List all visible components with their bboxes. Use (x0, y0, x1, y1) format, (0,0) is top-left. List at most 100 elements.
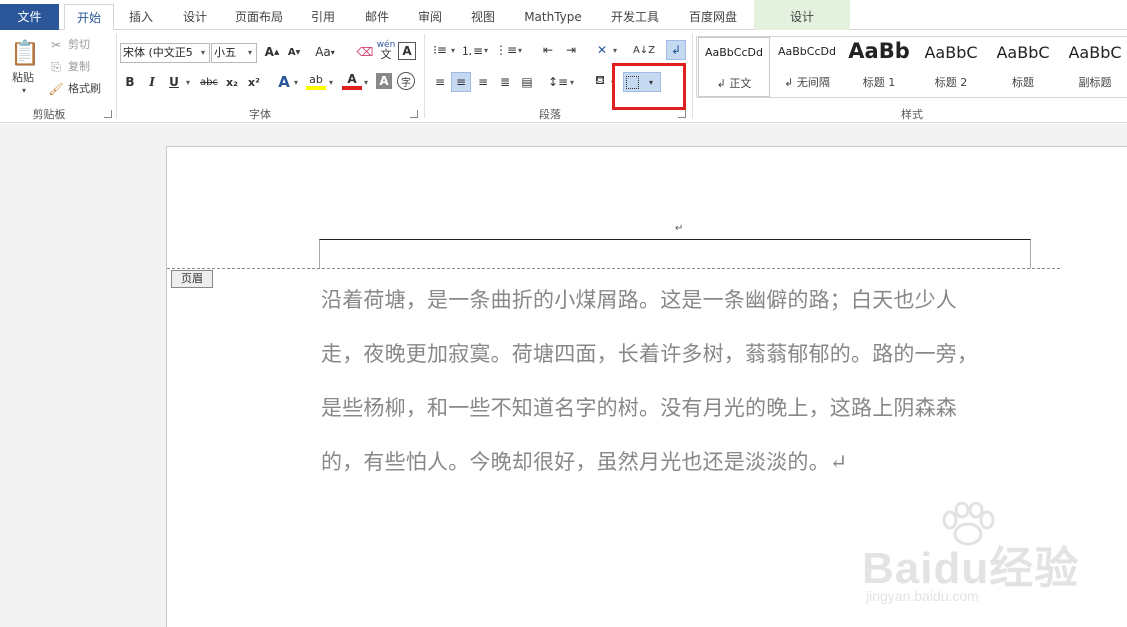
bullets-icon[interactable]: ⁝≡ (430, 40, 450, 60)
highlight-dropdown-icon[interactable]: ▾ (329, 78, 333, 87)
phonetic-guide-icon[interactable]: wén 文 (376, 40, 396, 61)
superscript-button[interactable]: x² (244, 72, 264, 92)
font-name-value: 宋体 (中文正5 (123, 46, 193, 59)
shading-dropdown-icon[interactable]: ▾ (611, 78, 615, 87)
tab-mathtype[interactable]: MathType (514, 4, 592, 30)
style-sample: AaBbCcDd (778, 45, 836, 58)
align-center-icon[interactable]: ≡ (451, 72, 471, 92)
borders-dropdown-icon[interactable]: ▾ (649, 78, 653, 87)
character-shading-icon[interactable]: A (376, 73, 392, 89)
subscript-button[interactable]: x₂ (222, 72, 242, 92)
chinese-layout-icon[interactable]: ✕ (592, 40, 612, 60)
tab-references[interactable]: 引用 (300, 4, 346, 30)
tab-page-layout[interactable]: 页面布局 (228, 4, 290, 30)
format-painter-button[interactable]: 格式刷 (68, 79, 101, 99)
style-subtitle[interactable]: AaBbC 副标题 (1059, 37, 1127, 97)
sort-icon[interactable]: A↓Z (633, 40, 655, 60)
tab-file[interactable]: 文件 (0, 4, 59, 30)
paragraph-group-label: 段落 (539, 108, 561, 121)
highlight-color-icon[interactable]: ab (306, 72, 326, 90)
show-marks-icon[interactable]: ↲ (666, 40, 686, 60)
align-right-icon[interactable]: ≡ (473, 72, 493, 92)
character-border-icon[interactable]: A (398, 42, 416, 60)
line-spacing-icon[interactable]: ↕≡ (548, 72, 568, 92)
no-border-icon (626, 75, 639, 89)
font-name-combo[interactable]: 宋体 (中文正5 ▾ (120, 43, 210, 63)
paste-dropdown-icon[interactable]: ▾ (22, 86, 26, 95)
header-border-line (319, 239, 1031, 268)
paragraph-launcher-icon[interactable] (678, 110, 686, 118)
tab-insert[interactable]: 插入 (118, 4, 164, 30)
font-size-value: 小五 (214, 46, 236, 59)
tab-view[interactable]: 视图 (460, 4, 506, 30)
enclose-characters-icon[interactable]: 字 (397, 72, 415, 90)
clear-formatting-icon[interactable]: ⌫ (355, 42, 375, 62)
align-left-icon[interactable]: ≡ (430, 72, 450, 92)
style-normal[interactable]: AaBbCcDd ↲ 正文 (698, 37, 770, 97)
tab-baidu-netdisk[interactable]: 百度网盘 (678, 4, 748, 30)
underline-button[interactable]: U (164, 72, 184, 92)
clipboard-launcher-icon[interactable] (104, 110, 112, 118)
paste-button[interactable]: 粘贴 (12, 68, 34, 88)
watermark-brand: Baidu经验 (862, 544, 1080, 593)
style-title[interactable]: AaBbC 标题 (987, 37, 1059, 97)
style-name: ↲ 无间隔 (784, 76, 830, 89)
body-paragraph[interactable]: 沿着荷塘，是一条曲折的小煤屑路。这是一条幽僻的路；白天也少人 走，夜晚更加寂寞。… (321, 273, 1041, 489)
styles-group-label: 样式 (901, 108, 923, 121)
scissors-icon: ✂ (50, 38, 62, 52)
copy-button[interactable]: 复制 (68, 57, 90, 77)
paragraph-mark-icon: ↵ (675, 223, 684, 234)
text-line: 是些杨柳，和一些不知道名字的树。没有月光的晚上，这路上阴森森 (321, 396, 957, 420)
group-separator (116, 34, 117, 118)
shading-icon[interactable]: ⛾ (590, 72, 610, 92)
italic-button[interactable]: I (142, 72, 162, 92)
style-heading-1[interactable]: AaBb 标题 1 (843, 37, 915, 97)
multilevel-list-icon[interactable]: ⋮≡ (495, 40, 517, 60)
group-separator (692, 34, 693, 118)
distributed-icon[interactable]: ▤ (517, 72, 537, 92)
bullets-dropdown-icon[interactable]: ▾ (451, 46, 455, 55)
group-separator (424, 34, 425, 118)
header-separator (167, 268, 1060, 269)
tab-header-design[interactable]: 设计 (754, 0, 850, 30)
font-color-icon[interactable]: A (342, 72, 362, 90)
text-effects-dropdown-icon[interactable]: ▾ (294, 78, 298, 87)
tab-developer[interactable]: 开发工具 (600, 4, 670, 30)
chinese-layout-dropdown-icon[interactable]: ▾ (613, 46, 617, 55)
text-line: 沿着荷塘，是一条曲折的小煤屑路。这是一条幽僻的路；白天也少人 (321, 288, 957, 312)
increase-indent-icon[interactable]: ⇥ (561, 40, 581, 60)
phonetic-guide-char: 文 (380, 48, 392, 61)
style-name: 标题 (1012, 76, 1034, 89)
paste-icon[interactable]: 📋 (10, 38, 40, 68)
cut-button[interactable]: 剪切 (68, 35, 90, 55)
font-color-dropdown-icon[interactable]: ▾ (364, 78, 368, 87)
font-size-combo[interactable]: 小五 ▾ (211, 43, 257, 63)
tab-review[interactable]: 审阅 (407, 4, 453, 30)
style-heading-2[interactable]: AaBbC 标题 2 (915, 37, 987, 97)
style-sample: AaBbC (924, 43, 978, 62)
line-spacing-dropdown-icon[interactable]: ▾ (570, 78, 574, 87)
strikethrough-button[interactable]: abc (197, 72, 221, 92)
format-painter-icon: 🖌 (48, 82, 64, 96)
text-effects-icon[interactable]: A (274, 72, 294, 92)
numbering-icon[interactable]: ⒈≡ (461, 40, 483, 60)
bold-button[interactable]: B (120, 72, 140, 92)
justify-icon[interactable]: ≣ (495, 72, 515, 92)
style-name: 标题 1 (862, 76, 896, 89)
shrink-font-icon[interactable]: A ▼ (284, 42, 304, 62)
tab-home[interactable]: 开始 (64, 4, 114, 31)
decrease-indent-icon[interactable]: ⇤ (538, 40, 558, 60)
styles-gallery: AaBbCcDd ↲ 正文 AaBbCcDd ↲ 无间隔 AaBb 标题 1 A… (696, 36, 1127, 98)
tab-design[interactable]: 设计 (172, 4, 218, 30)
numbering-dropdown-icon[interactable]: ▾ (484, 46, 488, 55)
text-line: 走，夜晚更加寂寞。荷塘四面，长着许多树，蓊蓊郁郁的。路的一旁， (321, 342, 979, 366)
style-no-spacing[interactable]: AaBbCcDd ↲ 无间隔 (771, 37, 843, 97)
multilevel-dropdown-icon[interactable]: ▾ (518, 46, 522, 55)
borders-button[interactable]: ▾ (623, 72, 661, 92)
grow-font-icon[interactable]: A ▲ (262, 42, 282, 62)
font-launcher-icon[interactable] (410, 110, 418, 118)
underline-dropdown-icon[interactable]: ▾ (186, 78, 190, 87)
tab-mailings[interactable]: 邮件 (354, 4, 400, 30)
watermark-url: jingyan.baidu.com (866, 588, 979, 604)
change-case-icon[interactable]: Aa ▾ (312, 42, 338, 62)
